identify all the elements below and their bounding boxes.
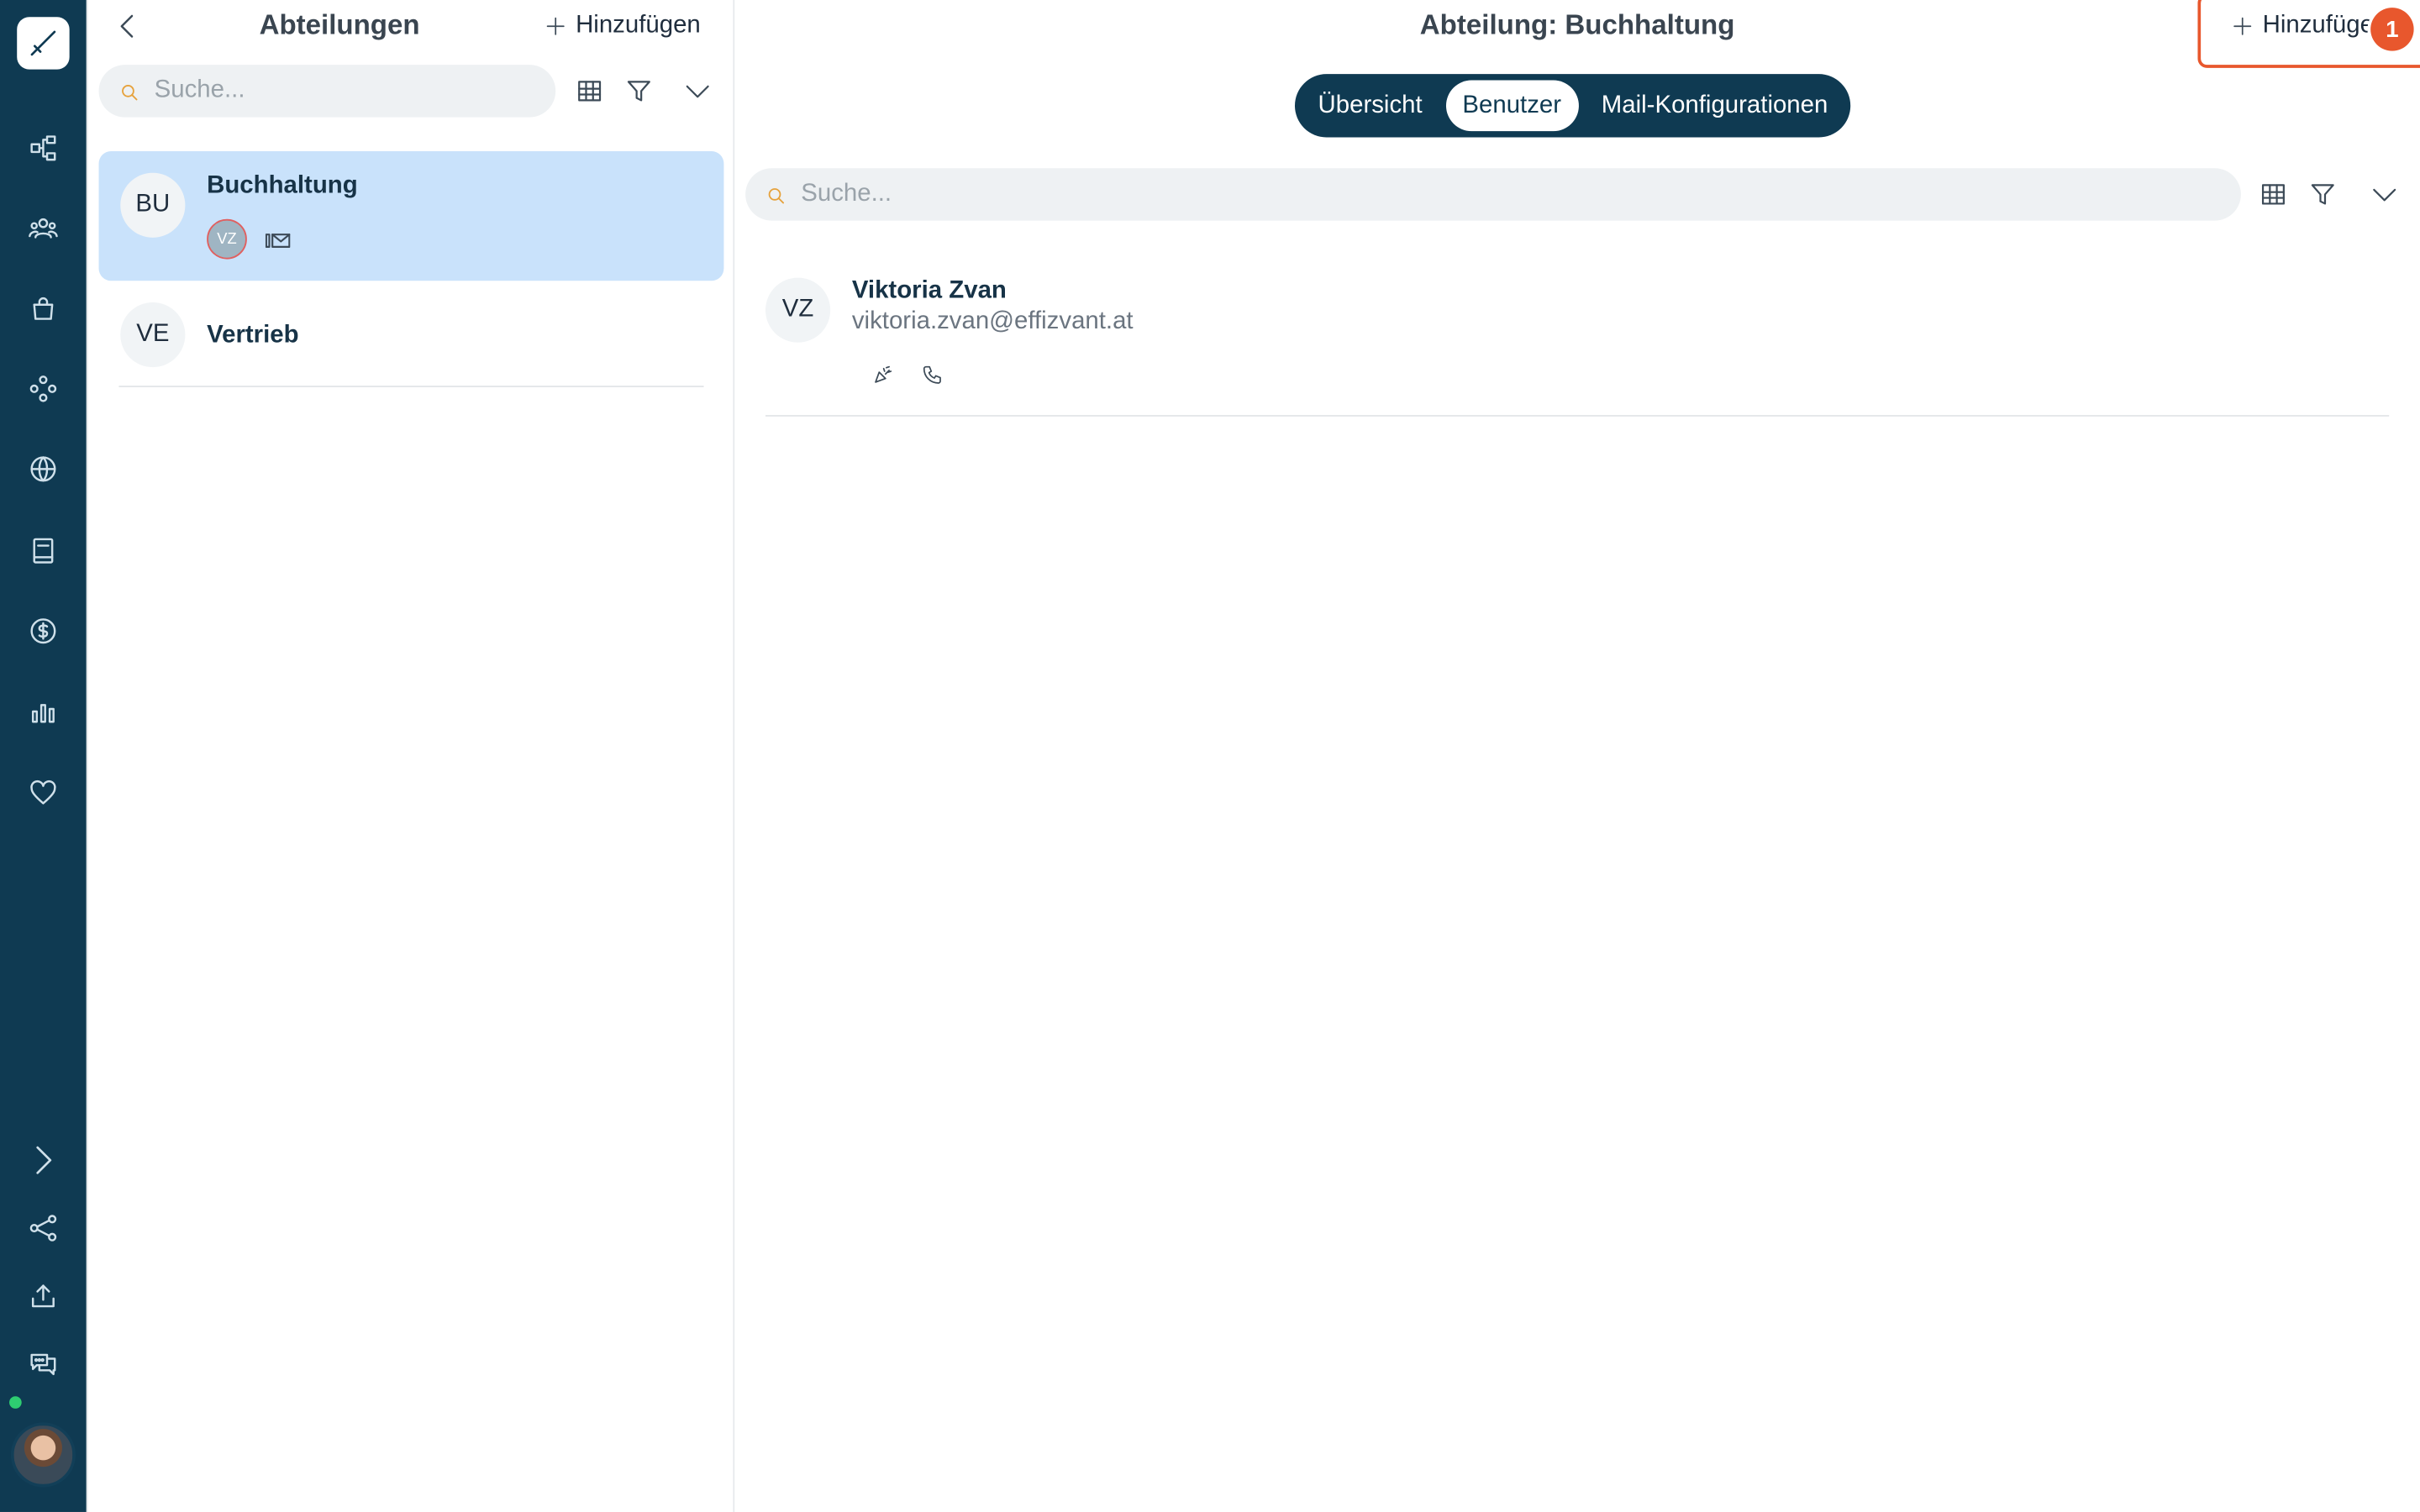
plus-icon [544, 15, 566, 37]
chat-icon[interactable] [22, 1342, 65, 1385]
department-detail-panel: Abteilung: Buchhaltung Hinzufüge 1 Übers… [734, 0, 2420, 1512]
online-status-dot [8, 1394, 24, 1410]
search-icon [120, 81, 139, 101]
users-search[interactable] [745, 168, 2241, 221]
table-view-icon[interactable] [2260, 181, 2287, 208]
add-user-button[interactable]: Hinzufüge [2232, 9, 2374, 43]
department-initials: BU [120, 172, 186, 238]
celebration-icon[interactable] [872, 364, 894, 386]
users-icon[interactable] [22, 207, 65, 249]
tab-overview[interactable]: Übersicht [1301, 81, 1439, 132]
department-item-buchhaltung[interactable]: BU Buchhaltung VZ [98, 150, 724, 281]
users-search-input[interactable] [801, 180, 2241, 208]
page-title: Abteilung: Buchhaltung [1419, 9, 1735, 40]
user-list-item[interactable]: VZ Viktoria Zvan viktoria.zvan@effizvant… [765, 275, 2390, 417]
department-name: Buchhaltung [207, 172, 358, 199]
add-department-label: Hinzufügen [576, 12, 701, 39]
department-name: Vertrieb [207, 322, 299, 349]
department-initials: VE [120, 302, 186, 368]
modules-icon[interactable] [22, 367, 65, 410]
shopping-bag-icon[interactable] [22, 287, 65, 330]
globe-icon[interactable] [22, 448, 65, 491]
filter-icon[interactable] [625, 77, 653, 105]
plus-icon [2232, 15, 2254, 37]
user-email: viktoria.zvan@effizvant.at [851, 308, 1134, 335]
chevron-down-icon[interactable] [684, 77, 712, 105]
search-icon [767, 185, 786, 204]
filter-icon[interactable] [2309, 181, 2337, 208]
tab-bar: Übersicht Benutzer Mail-Konfigurationen [1294, 74, 1851, 138]
step-badge: 1 [2370, 8, 2414, 51]
user-avatar[interactable] [10, 1422, 76, 1488]
nav-rail [0, 0, 87, 1512]
upload-icon[interactable] [22, 1274, 65, 1317]
logo-icon[interactable] [17, 17, 70, 70]
departments-search[interactable] [98, 65, 556, 118]
chevron-down-icon[interactable] [2370, 181, 2398, 208]
user-name: Viktoria Zvan [851, 277, 1007, 304]
chevron-right-icon[interactable] [22, 1138, 65, 1181]
departments-panel: Abteilungen Hinzufügen BU Buchhaltung VZ [86, 0, 735, 1512]
add-user-label: Hinzufüge [2262, 12, 2374, 39]
bar-chart-icon[interactable] [22, 691, 65, 734]
share-icon[interactable] [22, 1206, 65, 1249]
dollar-icon[interactable] [22, 609, 65, 652]
member-avatar-chip[interactable]: VZ [207, 218, 247, 260]
departments-search-input[interactable] [154, 76, 556, 105]
mail-config-icon [265, 230, 291, 249]
department-item-vertrieb[interactable]: VE Vertrieb [99, 293, 724, 380]
hierarchy-icon[interactable] [22, 127, 65, 170]
tab-mail-configurations[interactable]: Mail-Konfigurationen [1585, 81, 1845, 132]
add-department-button[interactable]: Hinzufügen [544, 9, 701, 43]
book-icon[interactable] [22, 529, 65, 572]
heart-icon[interactable] [22, 771, 65, 814]
tab-users[interactable]: Benutzer [1445, 80, 1579, 132]
user-initials: VZ [765, 277, 831, 343]
departments-title: Abteilungen [259, 9, 420, 40]
list-divider [118, 386, 704, 388]
table-view-icon[interactable] [576, 77, 603, 105]
phone-icon[interactable] [922, 364, 944, 386]
